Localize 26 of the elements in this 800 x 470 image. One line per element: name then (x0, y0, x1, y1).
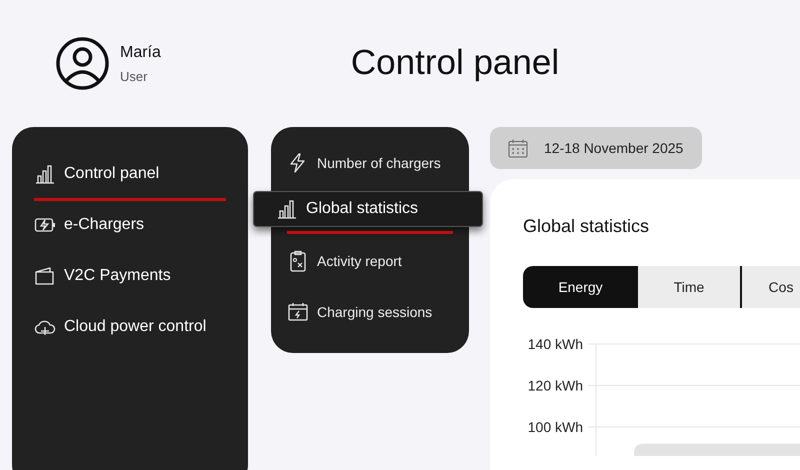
sidebar-item[interactable]: e-Chargers (34, 210, 226, 240)
chart-tab[interactable]: Time (638, 266, 740, 308)
user-name: María (120, 42, 161, 63)
submenu-item[interactable]: Global statistics (253, 191, 483, 227)
y-axis-label: 100 kWh (528, 419, 583, 435)
submenu-item[interactable]: Charging sessions (287, 298, 453, 326)
chart-tab[interactable]: Energy (523, 266, 638, 308)
chart-bars-icon (34, 163, 56, 185)
sidebar-item[interactable]: Control panel (34, 159, 226, 201)
chart-tab[interactable]: Cos (740, 266, 800, 308)
calendar-icon (508, 138, 528, 158)
y-axis-label: 120 kWh (528, 378, 583, 394)
page-title: Control panel (350, 42, 560, 84)
date-range-button[interactable]: 12-18 November 2025 (490, 127, 702, 169)
sidebar-item[interactable]: V2C Payments (34, 261, 226, 291)
user-avatar-icon (56, 37, 109, 90)
date-range-text: 12-18 November 2025 (544, 138, 684, 158)
calendar-bolt-icon (287, 301, 309, 323)
user-role: User (120, 68, 148, 86)
submenu-item[interactable]: Number of chargers (287, 149, 453, 177)
wallet-icon (34, 265, 56, 287)
sidebar-item[interactable]: Cloud power control (34, 312, 226, 342)
chart-bars-icon (276, 198, 298, 220)
submenu-item[interactable]: Activity report (287, 247, 453, 275)
card-title: Global statistics (523, 215, 650, 238)
y-axis-label: 140 kWh (528, 336, 583, 352)
